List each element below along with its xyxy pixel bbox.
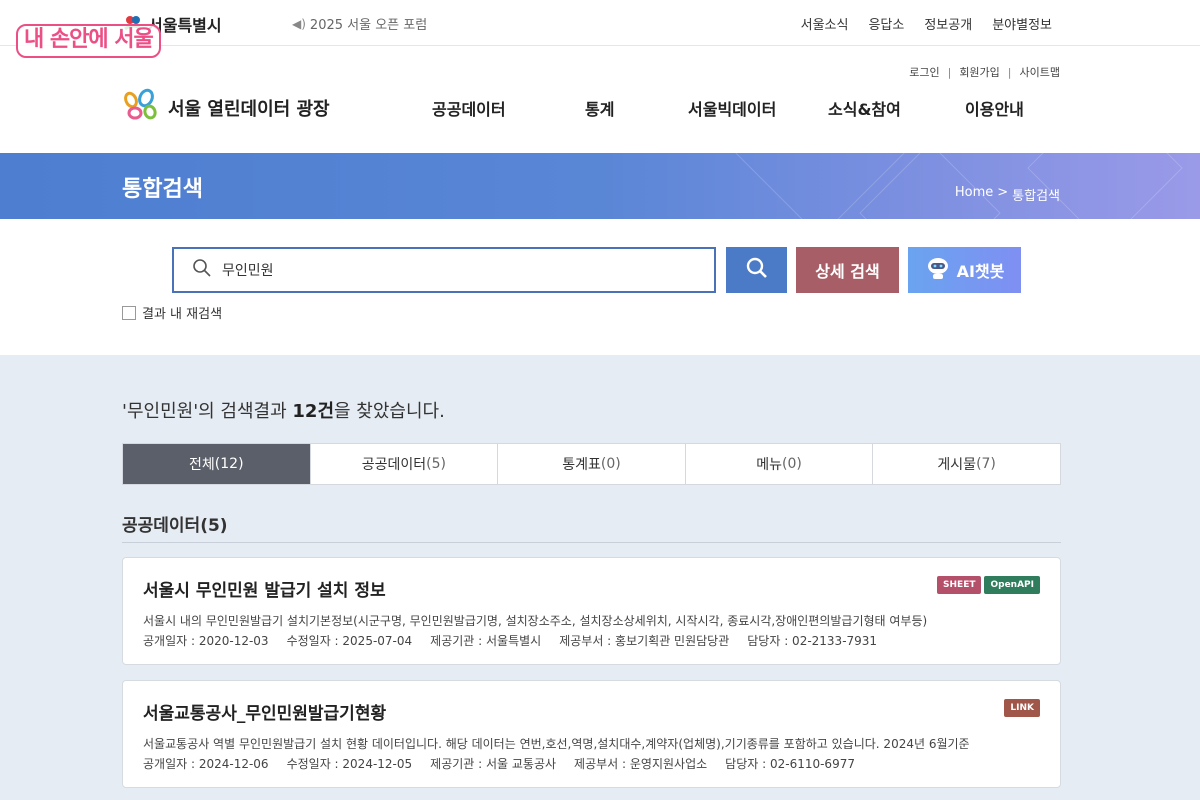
top-utility-bar: 서울특별시 ◀) 2025 서울 오픈 포럼 서울소식 응답소 정보공개 분야별…: [0, 0, 1200, 46]
meta-published-date: 공개일자 : 2024-12-06: [143, 757, 269, 771]
summary-text: '무인민원'의 검색결과: [122, 401, 293, 422]
result-title[interactable]: 서울교통공사_무인민원발급기현황: [143, 699, 386, 724]
results-area: '무인민원'의 검색결과 12건을 찾았습니다. 전체 (12) 공공데이터 (5)…: [0, 355, 1200, 800]
notice-text: 2025 서울 오픈 포럼: [309, 18, 428, 33]
meta-modified-date: 수정일자 : 2024-12-05: [286, 757, 413, 771]
nav-statistics[interactable]: 통계: [585, 96, 614, 120]
search-icon: [192, 258, 212, 282]
tab-menu[interactable]: 메뉴 (0): [686, 444, 874, 484]
results-summary: '무인민원'의 검색결과 12건을 찾았습니다.: [122, 397, 445, 423]
search-icon: [745, 256, 769, 284]
breadcrumb-separator: >: [997, 185, 1009, 200]
tab-count: (0): [782, 456, 802, 472]
page-title: 통합검색: [122, 177, 203, 202]
notice-banner[interactable]: ◀) 2025 서울 오픈 포럼: [292, 14, 428, 34]
ai-chatbot-label: AI챗봇: [956, 262, 1005, 281]
sitemap-link[interactable]: 사이트맵: [1020, 64, 1060, 80]
nav-news-participation[interactable]: 소식&참여: [828, 96, 901, 120]
meta-published-date: 공개일자 : 2020-12-03: [143, 634, 269, 648]
meta-department: 제공부서 : 홍보기획관 민원담당관: [559, 634, 730, 648]
speaker-icon: ◀): [292, 16, 306, 31]
tab-label: 공공데이터: [361, 457, 427, 473]
meta-department: 제공부서 : 운영지원사업소: [574, 757, 708, 771]
format-badge-sheet[interactable]: SHEET: [937, 576, 982, 594]
result-card: 서울시 무인민원 발급기 설치 정보 SHEET OpenAPI 서울시 내의 …: [122, 557, 1061, 665]
tab-count: (5): [426, 456, 447, 472]
format-badges: LINK: [1004, 699, 1040, 717]
format-badge-link[interactable]: LINK: [1004, 699, 1040, 717]
ai-chatbot-button[interactable]: AI챗봇: [908, 247, 1021, 293]
tab-label: 메뉴: [756, 457, 783, 473]
meta-provider: 제공기관 : 서울 교통공사: [430, 757, 557, 771]
nav-public-data[interactable]: 공공데이터: [432, 96, 506, 120]
result-description: 서울교통공사 역별 무인민원발급기 설치 현황 데이터입니다. 해당 데이터는 …: [143, 737, 970, 751]
result-card: 서울교통공사_무인민원발급기현황 LINK 서울교통공사 역별 무인민원발급기 …: [122, 680, 1061, 788]
breadcrumb-current: 통합검색: [1012, 189, 1060, 204]
result-meta: 공개일자 : 2024-12-06 수정일자 : 2024-12-05 제공기관…: [143, 755, 855, 772]
divider: |: [1007, 65, 1012, 79]
top-link-info-disclosure[interactable]: 정보공개: [924, 14, 972, 33]
main-navigation: 공공데이터 통계 서울빅데이터 소식&참여 이용안내: [0, 96, 1200, 120]
meta-contact: 담당자 : 02-6110-6977: [725, 757, 855, 771]
result-tabs: 전체 (12) 공공데이터 (5) 통계표 (0) 메뉴 (0) 게시물 (7): [122, 443, 1061, 485]
meta-contact: 담당자 : 02-2133-7931: [747, 634, 878, 648]
summary-text: 을 찾았습니다.: [334, 401, 445, 422]
result-description: 서울시 내의 무인민원발급기 설치기본정보(시군구명, 무인민원발급기명, 설치…: [143, 614, 928, 628]
nav-seoul-bigdata[interactable]: 서울빅데이터: [688, 96, 776, 120]
user-links: 로그인 | 회원가입 | 사이트맵: [909, 64, 1060, 80]
result-title[interactable]: 서울시 무인민원 발급기 설치 정보: [143, 576, 386, 601]
tab-count: (12): [214, 456, 244, 472]
meta-provider: 제공기관 : 서울특별시: [430, 634, 542, 648]
search-box: [172, 247, 716, 293]
tab-count: (0): [600, 456, 621, 472]
section-divider: [122, 542, 1061, 543]
page-banner: 통합검색 Home > 통합검색: [0, 153, 1200, 219]
tab-public-data[interactable]: 공공데이터 (5): [311, 444, 499, 484]
search-input[interactable]: [222, 262, 682, 278]
search-area: 상세 검색 AI챗봇 결과 내 재검색: [0, 219, 1200, 355]
detail-search-button[interactable]: 상세 검색: [796, 247, 899, 293]
top-links: 서울소식 응답소 정보공개 분야별정보: [801, 14, 1052, 33]
top-link-news[interactable]: 서울소식: [801, 14, 849, 33]
search-button[interactable]: [726, 247, 787, 293]
site-header: 로그인 | 회원가입 | 사이트맵 서울 열린데이터 광장 공공데이터 통계 서…: [0, 46, 1200, 153]
signup-link[interactable]: 회원가입: [959, 64, 999, 80]
format-badges: SHEET OpenAPI: [937, 576, 1040, 594]
nav-usage-guide[interactable]: 이용안내: [965, 96, 1024, 120]
summary-count: 12건: [292, 401, 334, 422]
tab-label: 게시물: [937, 457, 977, 473]
breadcrumb: Home > 통합검색: [955, 185, 1060, 204]
top-link-eungdapso[interactable]: 응답소: [868, 14, 904, 33]
breadcrumb-home[interactable]: Home: [955, 185, 993, 204]
tab-stat-tables[interactable]: 통계표 (0): [498, 444, 686, 484]
top-link-field-info[interactable]: 분야별정보: [992, 14, 1052, 33]
robot-icon: [925, 256, 951, 284]
research-checkbox[interactable]: [122, 305, 136, 320]
login-link[interactable]: 로그인: [909, 64, 939, 80]
tab-count: (7): [976, 456, 996, 472]
tab-posts[interactable]: 게시물 (7): [873, 444, 1060, 484]
divider: |: [947, 65, 952, 79]
meta-modified-date: 수정일자 : 2025-07-04: [286, 634, 413, 648]
research-within-results[interactable]: 결과 내 재검색: [122, 303, 222, 322]
research-label: 결과 내 재검색: [142, 307, 223, 322]
tab-all[interactable]: 전체 (12): [123, 444, 311, 484]
watermark-logo: 내 손안에 서울: [16, 24, 161, 58]
section-title: 공공데이터(5): [122, 516, 228, 536]
format-badge-openapi[interactable]: OpenAPI: [984, 576, 1040, 594]
result-meta: 공개일자 : 2020-12-03 수정일자 : 2025-07-04 제공기관…: [143, 632, 877, 649]
tab-label: 전체: [189, 457, 215, 473]
tab-label: 통계표: [562, 457, 601, 473]
